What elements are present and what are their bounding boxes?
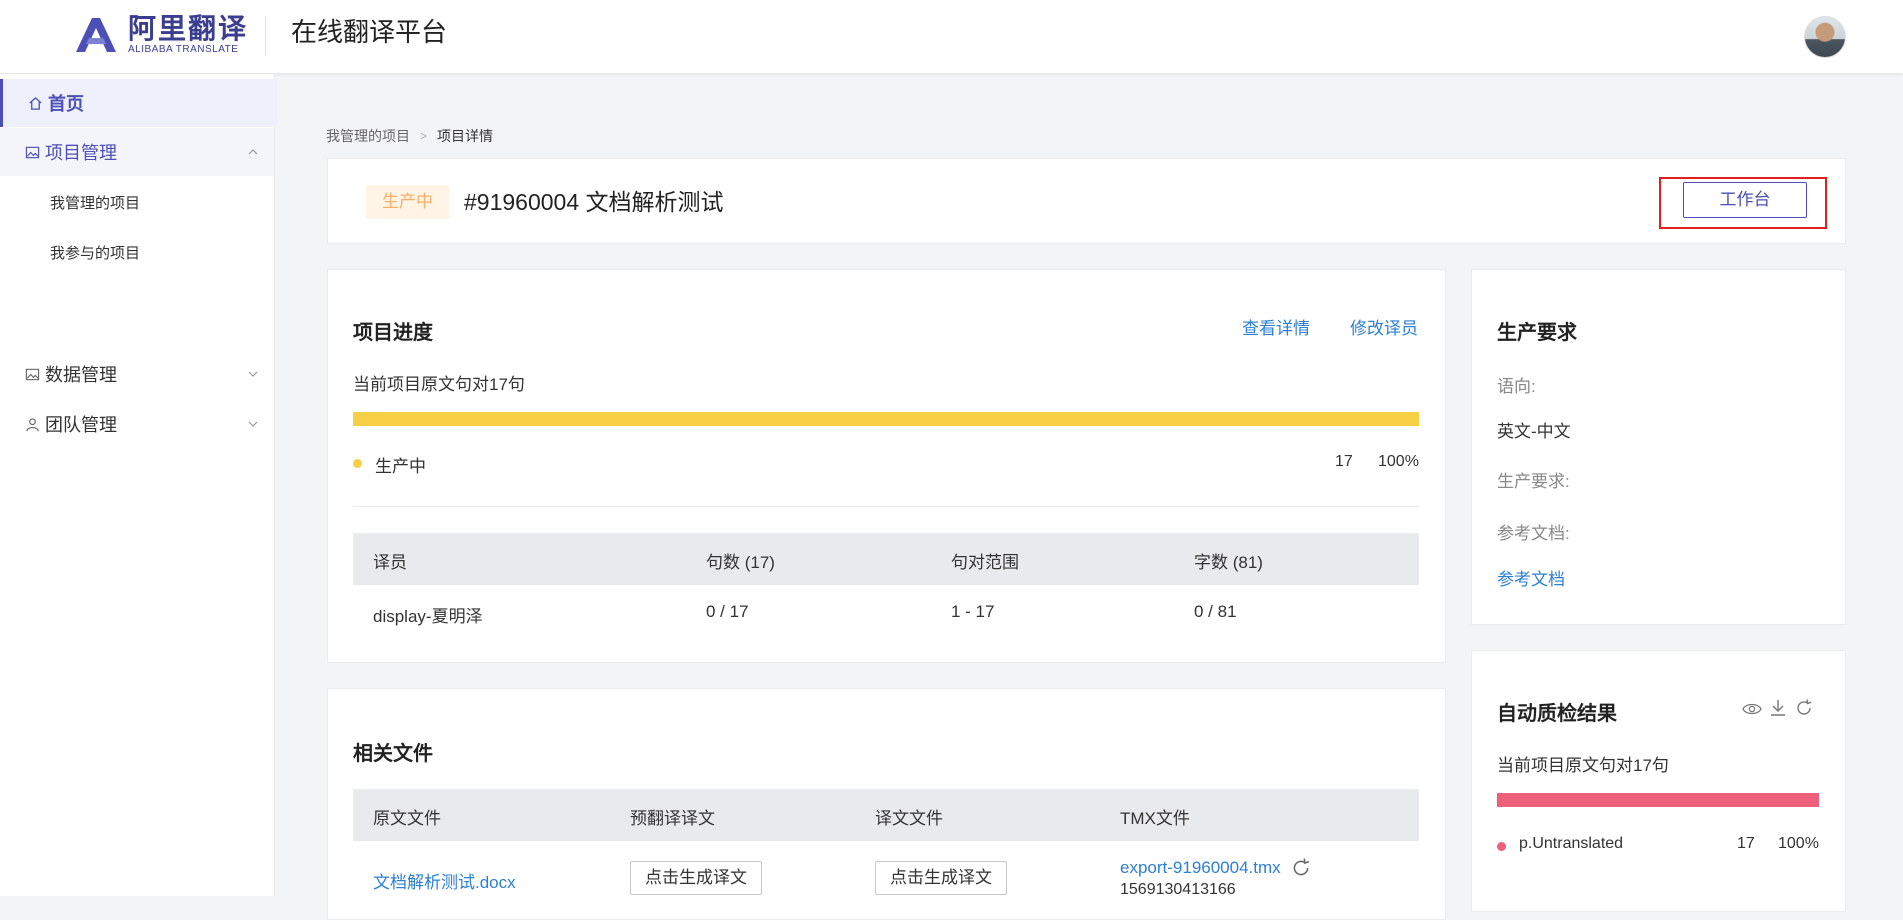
sidebar-item-label: 团队管理 — [45, 415, 117, 435]
user-avatar[interactable] — [1804, 16, 1846, 58]
column-header: 预翻译译文 — [630, 809, 715, 828]
breadcrumb-parent[interactable]: 我管理的项目 — [326, 126, 410, 146]
legend-count: 17 — [1335, 453, 1353, 470]
generate-translation-button[interactable]: 点击生成译文 — [875, 861, 1007, 895]
breadcrumb-current: 项目详情 — [437, 128, 494, 144]
chevron-up-icon — [248, 149, 258, 155]
alibaba-translate-logo-icon — [76, 18, 116, 52]
files-table-header: 原文文件 预翻译译文 译文文件 TMX文件 — [353, 789, 1419, 841]
qa-legend-count: 17 — [1737, 835, 1755, 852]
legend-percent: 100% — [1378, 453, 1419, 470]
divider — [353, 506, 1419, 507]
column-header: TMX文件 — [1120, 809, 1190, 828]
legend-label: 生产中 — [375, 457, 426, 476]
image-icon — [24, 366, 40, 382]
table-cell: 0 / 81 — [1194, 602, 1237, 621]
platform-title: 在线翻译平台 — [291, 17, 448, 47]
sidebar-item-team-management[interactable]: 团队管理 — [0, 400, 274, 448]
table-cell: 1 - 17 — [951, 602, 995, 621]
qa-summary: 当前项目原文句对17句 — [1497, 756, 1669, 775]
language-label: 语向: — [1497, 377, 1536, 396]
qa-bar-track — [1497, 793, 1819, 807]
table-cell: display-夏明泽 — [373, 607, 483, 626]
header-divider — [265, 16, 266, 56]
tmx-file-link[interactable]: export-91960004.tmx — [1120, 858, 1281, 878]
generate-pretranslation-button[interactable]: 点击生成译文 — [630, 861, 762, 895]
workbench-button[interactable]: 工作台 — [1683, 182, 1807, 218]
related-files-card: 相关文件 原文文件 预翻译译文 译文文件 TMX文件 文档解析测试.docx 点… — [327, 688, 1446, 920]
home-icon — [27, 95, 43, 111]
column-header: 译文文件 — [875, 809, 943, 828]
sidebar-item-data-management[interactable]: 数据管理 — [0, 350, 274, 398]
sidebar-item-project-management[interactable]: 项目管理 — [0, 128, 274, 176]
column-header: 译员 — [373, 553, 407, 572]
legend-dot — [353, 459, 362, 468]
reference-label: 参考文档: — [1497, 524, 1570, 543]
top-bar: 阿里翻译 ALIBABA TRANSLATE 在线翻译平台 — [0, 0, 1903, 74]
source-file-link[interactable]: 文档解析测试.docx — [373, 868, 516, 893]
progress-bar-fill — [353, 412, 1419, 426]
image-icon — [24, 144, 40, 160]
eye-icon[interactable] — [1742, 701, 1762, 717]
column-header: 句数 (17) — [706, 553, 775, 572]
auto-qa-card: 自动质检结果 当前项目原文句对17句 p.Untranslated 17 100… — [1471, 650, 1846, 912]
column-header: 原文文件 — [373, 809, 441, 828]
project-header-card: 生产中 #91960004 文档解析测试 工作台 — [327, 158, 1846, 244]
logo-cn-text: 阿里翻译 — [128, 13, 249, 44]
breadcrumb: 我管理的项目 > 项目详情 — [326, 126, 493, 146]
sidebar-item-home[interactable]: 首页 — [0, 79, 277, 127]
sidebar-item-label: 首页 — [48, 94, 84, 114]
language-value: 英文-中文 — [1497, 422, 1571, 441]
tmx-file-id: 1569130413166 — [1120, 881, 1236, 898]
chevron-down-icon — [248, 421, 258, 427]
progress-title: 项目进度 — [353, 322, 433, 344]
qa-bar-fill — [1497, 793, 1819, 807]
sidebar-item-label: 项目管理 — [45, 143, 117, 163]
requirement-label: 生产要求: — [1497, 472, 1570, 491]
progress-summary: 当前项目原文句对17句 — [353, 375, 525, 394]
qa-legend-label: p.Untranslated — [1519, 835, 1624, 852]
translator-table-header: 译员 句数 (17) 句对范围 字数 (81) — [353, 533, 1419, 585]
user-icon — [24, 416, 40, 432]
sidebar-item-label: 数据管理 — [45, 365, 117, 385]
reference-doc-link[interactable]: 参考文档 — [1497, 565, 1565, 590]
sidebar-subitem-my-managed-projects[interactable]: 我管理的项目 — [50, 192, 140, 213]
production-requirements-card: 生产要求 语向: 英文-中文 生产要求: 参考文档: 参考文档 — [1471, 269, 1846, 625]
requirements-title: 生产要求 — [1497, 322, 1577, 344]
sidebar-subitem-my-joined-projects[interactable]: 我参与的项目 — [50, 242, 140, 263]
sidebar: 首页 项目管理 我管理的项目 我参与的项目 数据管理 团队管理 — [0, 74, 277, 896]
column-header: 字数 (81) — [1194, 553, 1263, 572]
qa-title: 自动质检结果 — [1497, 703, 1617, 725]
project-progress-card: 项目进度 查看详情 修改译员 当前项目原文句对17句 生产中 17 100% 译… — [327, 269, 1446, 663]
refresh-icon[interactable] — [1290, 857, 1312, 879]
download-icon[interactable] — [1768, 698, 1788, 718]
logo[interactable]: 阿里翻译 ALIBABA TRANSLATE — [72, 14, 248, 56]
project-title: #91960004 文档解析测试 — [464, 189, 724, 215]
view-details-link[interactable]: 查看详情 — [1242, 314, 1310, 339]
progress-bar-track — [353, 412, 1419, 426]
table-row: display-夏明泽 0 / 17 1 - 17 0 / 81 — [353, 602, 1419, 632]
qa-legend-dot — [1497, 842, 1506, 851]
chevron-down-icon — [248, 371, 258, 377]
modify-translator-link[interactable]: 修改译员 — [1350, 314, 1418, 339]
chevron-right-icon: > — [420, 129, 428, 143]
files-title: 相关文件 — [353, 743, 433, 765]
qa-legend-percent: 100% — [1778, 835, 1819, 852]
refresh-icon[interactable] — [1794, 698, 1814, 718]
logo-en-text: ALIBABA TRANSLATE — [128, 44, 239, 55]
column-header: 句对范围 — [951, 553, 1019, 572]
status-badge: 生产中 — [366, 185, 449, 219]
table-cell: 0 / 17 — [706, 602, 749, 621]
